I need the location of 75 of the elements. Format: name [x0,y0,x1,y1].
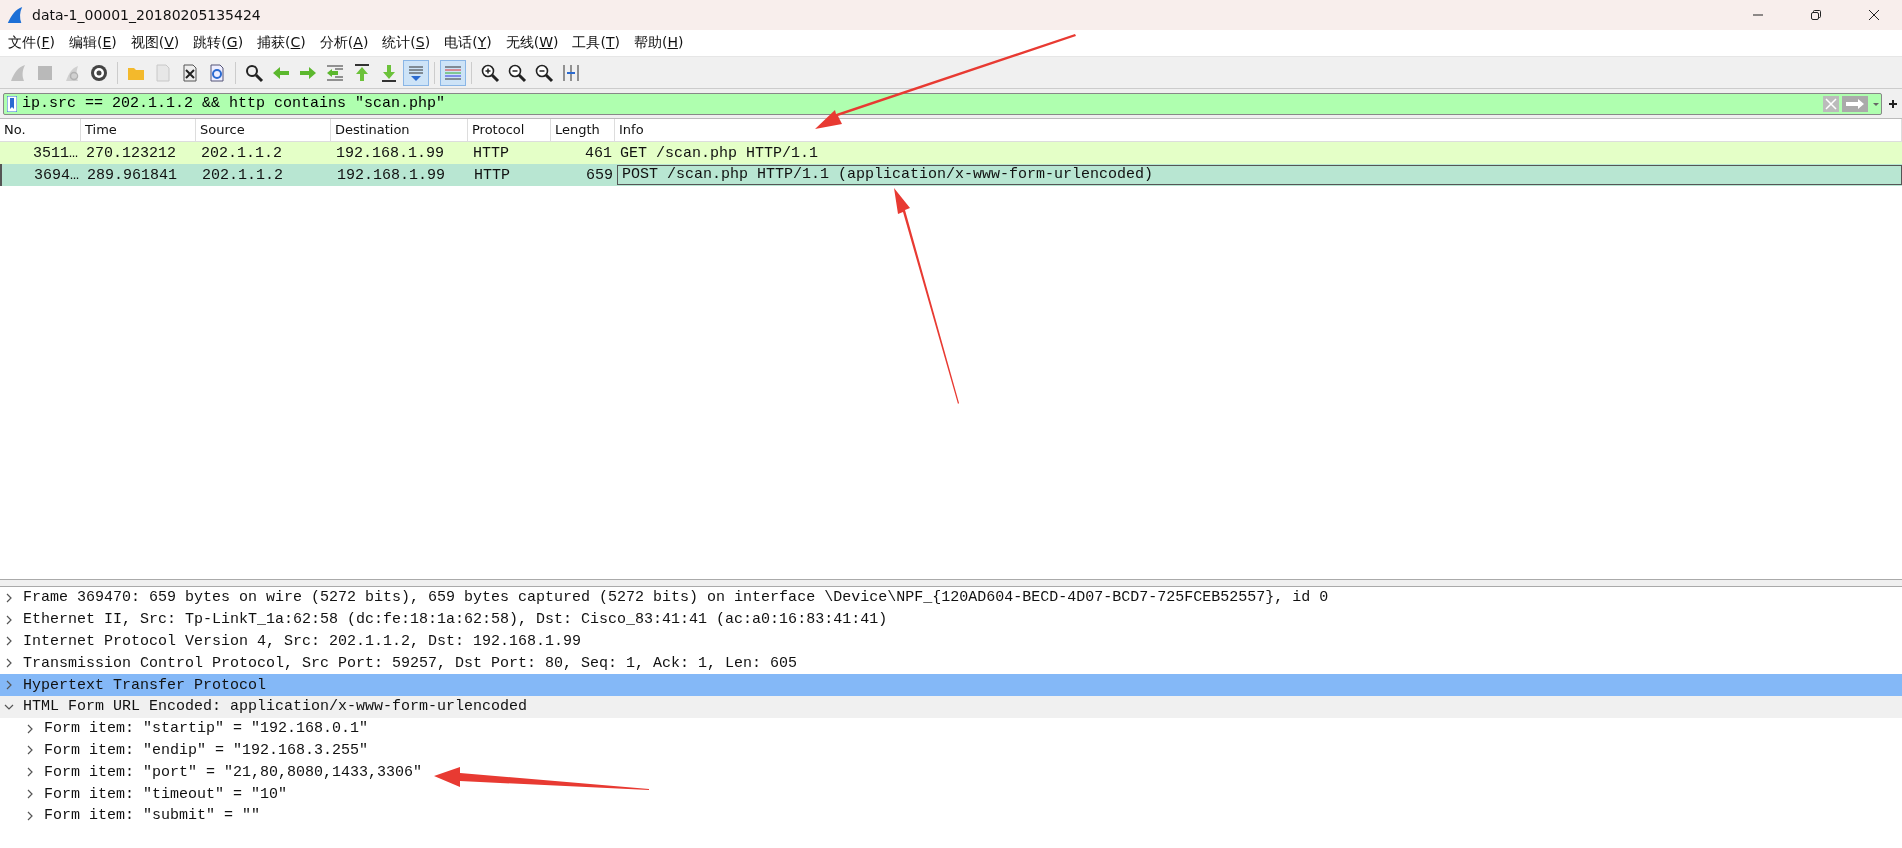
add-icon[interactable] [1888,98,1898,109]
display-filter-field[interactable]: ip.src == 202.1.1.2 && http contains "scan.php" [3,92,1882,115]
search-icon [244,62,264,83]
chevron-right-icon[interactable] [4,614,14,625]
table-cell-text: GET /scan.php HTTP/1.1 [619,144,820,162]
menu-item[interactable]: 编辑(E) [65,34,123,52]
restore-icon[interactable] [1810,9,1822,21]
tree-row[interactable]: Form item: "timeout" = "10" [0,783,1902,805]
menu-item[interactable]: 电话(Y) [440,34,498,52]
file-icon [153,62,173,83]
table-cell-text: 192.168.1.99 [336,166,447,184]
chevron-right-icon[interactable] [25,789,35,800]
chevron-right-icon[interactable] [4,680,14,691]
chevron-right-icon[interactable] [4,636,14,647]
gear-icon [89,62,109,83]
tree-row[interactable]: Transmission Control Protocol, Src Port: 59257, Dst Port: 80, Seq: 1, Ack: 1, Len: 605 [0,652,1902,675]
close-icon[interactable] [1868,9,1880,21]
column-header[interactable]: Destination [331,119,468,141]
table-cell-text: 192.168.1.99 [335,144,446,162]
table-cell-text: 289.961841 [86,166,178,184]
table-cell-text: 3694… [33,166,80,184]
chevron-right-icon[interactable] [4,592,14,603]
chevron-right-icon[interactable] [25,810,35,821]
close-file-icon [180,62,200,83]
tree-row[interactable]: HTML Form URL Encoded: application/x-www-form-urlencoded [0,696,1902,718]
chevron-right-icon[interactable] [25,723,35,734]
tree-row[interactable]: Form item: "port" = "21,80,8080,1433,3306" [0,761,1902,784]
tree-row[interactable]: Internet Protocol Version 4, Src: 202.1.1.2, Dst: 192.168.1.99 [0,630,1902,653]
tree-row[interactable]: Hypertext Transfer Protocol [0,674,1902,696]
table-cell-text: HTTP [473,166,511,184]
chevron-right-icon[interactable] [4,658,14,669]
column-header[interactable]: Protocol [468,119,551,141]
up-arrow-icon [352,62,372,83]
column-header[interactable]: No. [0,119,81,141]
zoom-out-icon [507,62,527,83]
table-cell-text: 3511… [32,144,79,162]
menu-item[interactable]: 工具(T) [568,34,626,52]
menu-item[interactable]: 无线(W) [501,34,565,52]
menu-item[interactable]: 统计(S) [378,34,437,52]
tree-row[interactable]: Form item: "startip" = "192.168.0.1" [0,717,1902,740]
tree-row[interactable]: Form item: "submit" = "" [0,804,1902,827]
menu-item[interactable]: 跳转(G) [189,34,250,52]
window-title: data-1_00001_20180205135424 [32,7,261,23]
column-header[interactable]: Source [196,119,331,141]
table-cell-text: 270.123212 [85,144,177,162]
menu-item[interactable]: 帮助(H) [629,34,690,52]
tree-row[interactable]: Ethernet II, Src: Tp-LinkT_1a:62:58 (dc:fe:18:1a:62:58), Dst: Cisco_83:41:41 (ac:a0:16:83:41:41) [0,608,1902,631]
bookmark-icon[interactable] [7,95,17,112]
table-cell-text: HTTP [472,144,510,162]
menu-item[interactable]: 捕获(C) [253,34,312,52]
column-header[interactable]: Length [551,119,615,141]
table-cell-text: 659 [585,166,614,184]
app-logo-icon [6,6,24,24]
tree-row[interactable]: Form item: "endip" = "192.168.3.255" [0,739,1902,762]
down-arrow-icon [379,62,399,83]
chevron-right-icon[interactable] [25,767,35,778]
reload-icon [207,62,227,83]
menu-item[interactable]: 分析(A) [315,34,375,52]
autoscroll-button[interactable] [403,59,429,86]
shark-fin-icon [8,62,28,83]
column-header[interactable]: Time [81,119,196,141]
go-to-packet-icon [325,62,345,83]
menu-item[interactable]: 文件(F) [4,34,61,52]
chevron-right-icon[interactable] [25,745,35,756]
table-cell-text: 202.1.1.2 [200,144,283,162]
resize-columns-icon [561,62,581,83]
table-cell: POST /scan.php HTTP/1.1 (application/x-www-form-urlencoded) [617,165,1902,185]
colorize-button[interactable] [440,59,466,86]
table-cell-text: 202.1.1.2 [201,166,284,184]
tree-row[interactable]: Frame 369470: 659 bytes on wire (5272 bits), 659 bytes captured (5272 bits) on interface \Device\NPF_{120AD604-BECD-4D07-BCD7-725FCEB52557}, id 0 [0,587,1902,609]
packet-row[interactable]: 3511… 270.123212 202.1.1.2 192.168.1.99 HTTP 461 GET /scan.php HTTP/1.1 [0,142,1902,164]
zoom-in-icon [480,62,500,83]
table-cell-text: 461 [584,144,613,162]
packet-row[interactable]: 3694… 289.961841 202.1.1.2 192.168.1.99 HTTP 659 POST /scan.php HTTP/1.1 (application/x-www-form-urlencoded) [0,164,1902,186]
menu-item[interactable]: 视图(V) [126,34,186,52]
